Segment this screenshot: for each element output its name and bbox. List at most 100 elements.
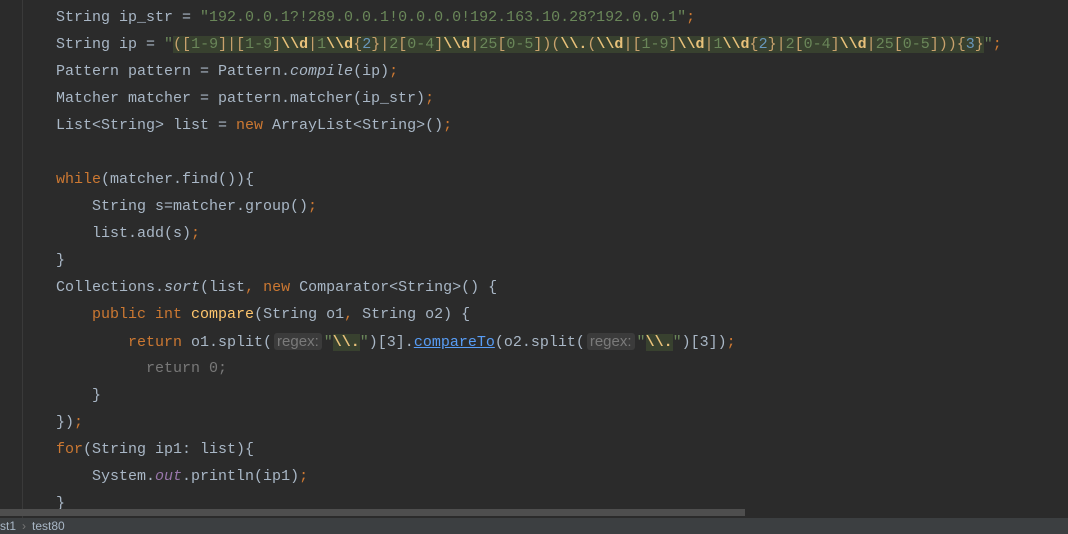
code-token: }| — [371, 36, 390, 53]
code-line[interactable]: Pattern pattern = Pattern.compile(ip); — [56, 58, 1002, 85]
code-token: Matcher matcher = pattern.matcher(ip_str… — [56, 90, 426, 107]
code-token: " — [323, 334, 333, 351]
code-token: | — [308, 36, 318, 53]
code-token: \\d — [596, 36, 624, 53]
code-token: return 0; — [56, 360, 228, 377]
parameter-hint: regex: — [274, 333, 322, 350]
code-token: Collections. — [56, 279, 165, 296]
code-token: \\d — [677, 36, 705, 53]
code-token: , — [245, 279, 264, 296]
code-token: \\. — [332, 334, 360, 351]
breadcrumb-item-method[interactable]: test80 — [32, 519, 65, 533]
code-token: , — [344, 306, 363, 323]
code-line[interactable]: for(String ip1: list){ — [56, 436, 1002, 463]
code-token: \\. — [645, 334, 673, 351]
code-token: [ — [893, 36, 903, 53]
code-token: (list — [200, 279, 246, 296]
code-token: (String o1 — [254, 306, 345, 323]
code-token: | — [866, 36, 876, 53]
code-token: .println(ip1) — [182, 468, 300, 485]
code-token: } — [56, 387, 102, 404]
code-token: 1 — [317, 36, 327, 53]
code-token: 1-9 — [245, 36, 273, 53]
code-token: 25 — [479, 36, 498, 53]
code-token: Comparator<String>() { — [290, 279, 498, 296]
parameter-hint: regex: — [586, 333, 635, 350]
code-token: 25 — [875, 36, 894, 53]
code-token: compile — [290, 63, 354, 80]
code-token: } — [974, 36, 984, 53]
code-token: ])){ — [929, 36, 966, 53]
code-token: new — [263, 279, 291, 296]
code-token: \\d — [326, 36, 354, 53]
code-line[interactable]: public int compare(String o1, String o2)… — [56, 301, 1002, 328]
code-token: 1 — [713, 36, 723, 53]
code-token: 1-9 — [191, 36, 219, 53]
code-token: ArrayList<String>() — [263, 117, 444, 134]
code-token: )[3]) — [681, 334, 727, 351]
code-line[interactable] — [56, 139, 1002, 166]
code-token: (ip) — [353, 63, 390, 80]
code-token: out — [155, 468, 183, 485]
code-token: }| — [767, 36, 786, 53]
code-token: " — [672, 334, 682, 351]
code-editor[interactable]: String ip_str = "192.0.0.1?!289.0.0.1!0.… — [56, 4, 1002, 517]
code-token: ; — [992, 36, 1002, 53]
code-token: ; — [308, 198, 318, 215]
code-token: \\. — [560, 36, 588, 53]
code-line[interactable]: List<String> list = new ArrayList<String… — [56, 112, 1002, 139]
code-line[interactable]: } — [56, 247, 1002, 274]
code-token: System. — [56, 468, 156, 485]
code-token: " — [636, 334, 646, 351]
code-line[interactable]: String s=matcher.group(); — [56, 193, 1002, 220]
code-line[interactable]: while(matcher.find()){ — [56, 166, 1002, 193]
code-token: |[ — [623, 36, 642, 53]
breadcrumb: st1 › test80 — [0, 518, 1068, 534]
code-token: for — [56, 441, 84, 458]
code-token: \\d — [839, 36, 867, 53]
code-token: list.add(s) — [56, 225, 192, 242]
horizontal-scrollbar[interactable] — [0, 509, 745, 516]
code-token: ]|[ — [218, 36, 246, 53]
code-token: String o2) { — [362, 306, 471, 323]
code-token: )[3]. — [368, 334, 414, 351]
code-token: 2 — [758, 36, 768, 53]
code-line[interactable]: return 0; — [56, 355, 1002, 382]
code-token: String ip = — [56, 36, 165, 53]
code-token: [ — [794, 36, 804, 53]
code-token: ; — [425, 90, 435, 107]
code-token: ; — [299, 468, 309, 485]
code-token: 2 — [362, 36, 372, 53]
code-token: (o2.split( — [494, 334, 585, 351]
code-token: ])( — [533, 36, 561, 53]
code-token: ] — [434, 36, 444, 53]
code-line[interactable]: } — [56, 382, 1002, 409]
code-line[interactable]: System.out.println(ip1); — [56, 463, 1002, 490]
code-token: \\d — [443, 36, 471, 53]
code-token: 0-5 — [506, 36, 534, 53]
breadcrumb-item-class[interactable]: st1 — [0, 519, 16, 533]
code-token[interactable]: compareTo — [414, 334, 495, 351]
code-token: Pattern pattern = Pattern. — [56, 63, 291, 80]
code-line[interactable]: return o1.split(regex: "\\.")[3].compareT… — [56, 328, 1002, 355]
code-line[interactable]: list.add(s); — [56, 220, 1002, 247]
code-token: \\d — [281, 36, 309, 53]
code-token: [ — [497, 36, 507, 53]
code-token: ; — [74, 414, 84, 431]
code-token: sort — [164, 279, 201, 296]
code-line[interactable]: String ip_str = "192.0.0.1?!289.0.0.1!0.… — [56, 4, 1002, 31]
code-line[interactable]: String ip = "([1-9]|[1-9]\\d|1\\d{2}|2[0… — [56, 31, 1002, 58]
code-token: 0-4 — [407, 36, 435, 53]
code-token: (String ip1: list){ — [83, 441, 255, 458]
code-line[interactable]: Collections.sort(list, new Comparator<St… — [56, 274, 1002, 301]
code-token: }) — [56, 414, 75, 431]
code-token: | — [704, 36, 714, 53]
code-token: ; — [191, 225, 201, 242]
code-token: (matcher.find()){ — [101, 171, 255, 188]
code-token: 3 — [965, 36, 975, 53]
code-line[interactable]: }); — [56, 409, 1002, 436]
code-line[interactable]: Matcher matcher = pattern.matcher(ip_str… — [56, 85, 1002, 112]
editor-gutter — [0, 0, 23, 518]
